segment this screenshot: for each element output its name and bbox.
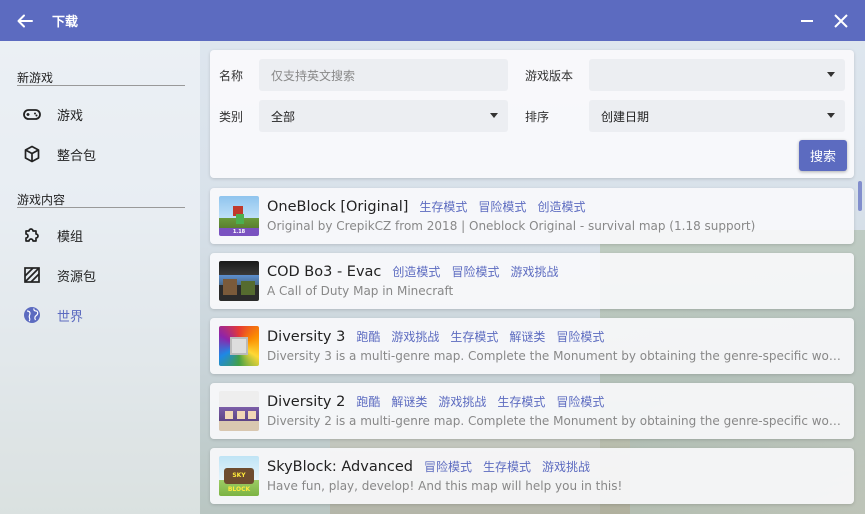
window-title: 下载 xyxy=(52,15,79,30)
list-item[interactable]: Diversity 3 跑酷 游戏挑战 生存模式 解谜类 冒险模式 Divers… xyxy=(210,318,854,374)
tag: 解谜类 xyxy=(509,330,546,344)
category-select[interactable]: 全部 xyxy=(259,100,508,132)
sidebar-item-modpack[interactable]: 整合包 xyxy=(0,134,200,174)
sidebar-item-mods[interactable]: 模组 xyxy=(0,215,200,255)
world-thumbnail: SKY BLOCK xyxy=(219,456,259,496)
name-search-placeholder: 仅支持英文搜索 xyxy=(271,68,356,83)
close-icon xyxy=(834,13,848,28)
minimize-icon xyxy=(801,19,813,22)
chevron-down-icon xyxy=(827,72,835,77)
world-description: A Call of Duty Map in Minecraft xyxy=(267,284,454,298)
world-title: Diversity 3 xyxy=(267,329,346,345)
sidebar-item-label: 世界 xyxy=(57,309,84,325)
results-scrollbar[interactable] xyxy=(858,181,862,211)
title-bar: 下载 xyxy=(0,0,865,41)
name-label: 名称 xyxy=(219,69,244,83)
world-description: Diversity 2 is a multi-genre map. Comple… xyxy=(267,414,847,428)
category-label: 类别 xyxy=(219,110,244,124)
list-item[interactable]: SKY BLOCK SkyBlock: Advanced 冒险模式 生存模式 游… xyxy=(210,448,854,504)
minimize-button[interactable] xyxy=(797,11,817,31)
world-description: Original by CrepikCZ from 2018 | Onebloc… xyxy=(267,219,756,233)
tag: 生存模式 xyxy=(497,395,546,409)
world-title: Diversity 2 xyxy=(267,394,346,410)
tag: 跑酷 xyxy=(356,395,381,409)
version-label: 游戏版本 xyxy=(525,69,574,83)
tag: 创造模式 xyxy=(392,265,441,279)
world-description: Diversity 3 is a multi-genre map. Comple… xyxy=(267,349,847,363)
section-divider xyxy=(17,85,185,86)
tag: 冒险模式 xyxy=(424,460,473,474)
sidebar-item-game[interactable]: 游戏 xyxy=(0,94,200,134)
world-thumbnail xyxy=(219,326,259,366)
section-title-new-game: 新游戏 xyxy=(17,71,54,85)
tag: 创造模式 xyxy=(537,200,586,214)
tag: 生存模式 xyxy=(450,330,499,344)
category-select-value: 全部 xyxy=(271,109,296,124)
world-title: SkyBlock: Advanced xyxy=(267,459,413,475)
list-item[interactable]: Diversity 2 跑酷 解谜类 游戏挑战 生存模式 冒险模式 Divers… xyxy=(210,383,854,439)
puzzle-icon xyxy=(22,225,42,245)
package-icon xyxy=(22,144,42,164)
world-thumbnail: 1.18 SUPPORT! xyxy=(219,196,259,236)
section-title-game-content: 游戏内容 xyxy=(17,193,66,207)
list-item[interactable]: 1.18 SUPPORT! OneBlock [Original] 生存模式 冒… xyxy=(210,188,854,244)
tag: 解谜类 xyxy=(391,395,428,409)
world-thumbnail xyxy=(219,391,259,431)
world-title: COD Bo3 - Evac xyxy=(267,264,382,280)
back-button[interactable] xyxy=(12,8,38,34)
name-search-input[interactable]: 仅支持英文搜索 xyxy=(259,59,508,91)
tag: 游戏挑战 xyxy=(438,395,487,409)
thumbnail-caption: 1.18 SUPPORT! xyxy=(232,229,246,235)
sidebar-item-label: 资源包 xyxy=(57,269,97,285)
tag: 冒险模式 xyxy=(556,395,605,409)
close-button[interactable] xyxy=(831,11,851,31)
world-thumbnail xyxy=(219,261,259,301)
globe-icon xyxy=(22,305,42,325)
tag: 跑酷 xyxy=(356,330,381,344)
sidebar-item-worlds[interactable]: 世界 xyxy=(0,295,200,335)
tag: 冒险模式 xyxy=(556,330,605,344)
tag: 游戏挑战 xyxy=(391,330,440,344)
sort-label: 排序 xyxy=(525,110,550,124)
tag: 生存模式 xyxy=(419,200,468,214)
thumbnail-caption: SKY BLOCK xyxy=(227,472,251,493)
chevron-down-icon xyxy=(490,113,498,118)
sidebar-item-resourcepacks[interactable]: 资源包 xyxy=(0,255,200,295)
texture-icon xyxy=(22,265,42,285)
tag: 生存模式 xyxy=(483,460,532,474)
sidebar-item-label: 整合包 xyxy=(57,148,97,164)
sidebar: 新游戏 游戏 整合包 游戏内容 模组 资源包 世界 xyxy=(0,41,200,514)
world-title: OneBlock [Original] xyxy=(267,199,409,215)
version-select[interactable] xyxy=(589,59,845,91)
sort-select[interactable]: 创建日期 xyxy=(589,100,845,132)
tag: 冒险模式 xyxy=(451,265,500,279)
list-item[interactable]: COD Bo3 - Evac 创造模式 冒险模式 游戏挑战 A Call of … xyxy=(210,253,854,309)
world-description: Have fun, play, develop! And this map wi… xyxy=(267,479,623,493)
search-button[interactable]: 搜索 xyxy=(799,140,847,171)
chevron-down-icon xyxy=(827,113,835,118)
sidebar-item-label: 游戏 xyxy=(57,108,84,124)
section-divider xyxy=(17,207,185,208)
arrow-left-icon xyxy=(17,14,33,27)
sort-select-value: 创建日期 xyxy=(601,109,650,124)
sidebar-item-label: 模组 xyxy=(57,229,84,245)
gamepad-icon xyxy=(22,104,42,124)
tag: 冒险模式 xyxy=(478,200,527,214)
tag: 游戏挑战 xyxy=(542,460,591,474)
tag: 游戏挑战 xyxy=(510,265,559,279)
search-panel: 名称 仅支持英文搜索 游戏版本 类别 全部 排序 创建日期 搜索 xyxy=(210,50,854,178)
